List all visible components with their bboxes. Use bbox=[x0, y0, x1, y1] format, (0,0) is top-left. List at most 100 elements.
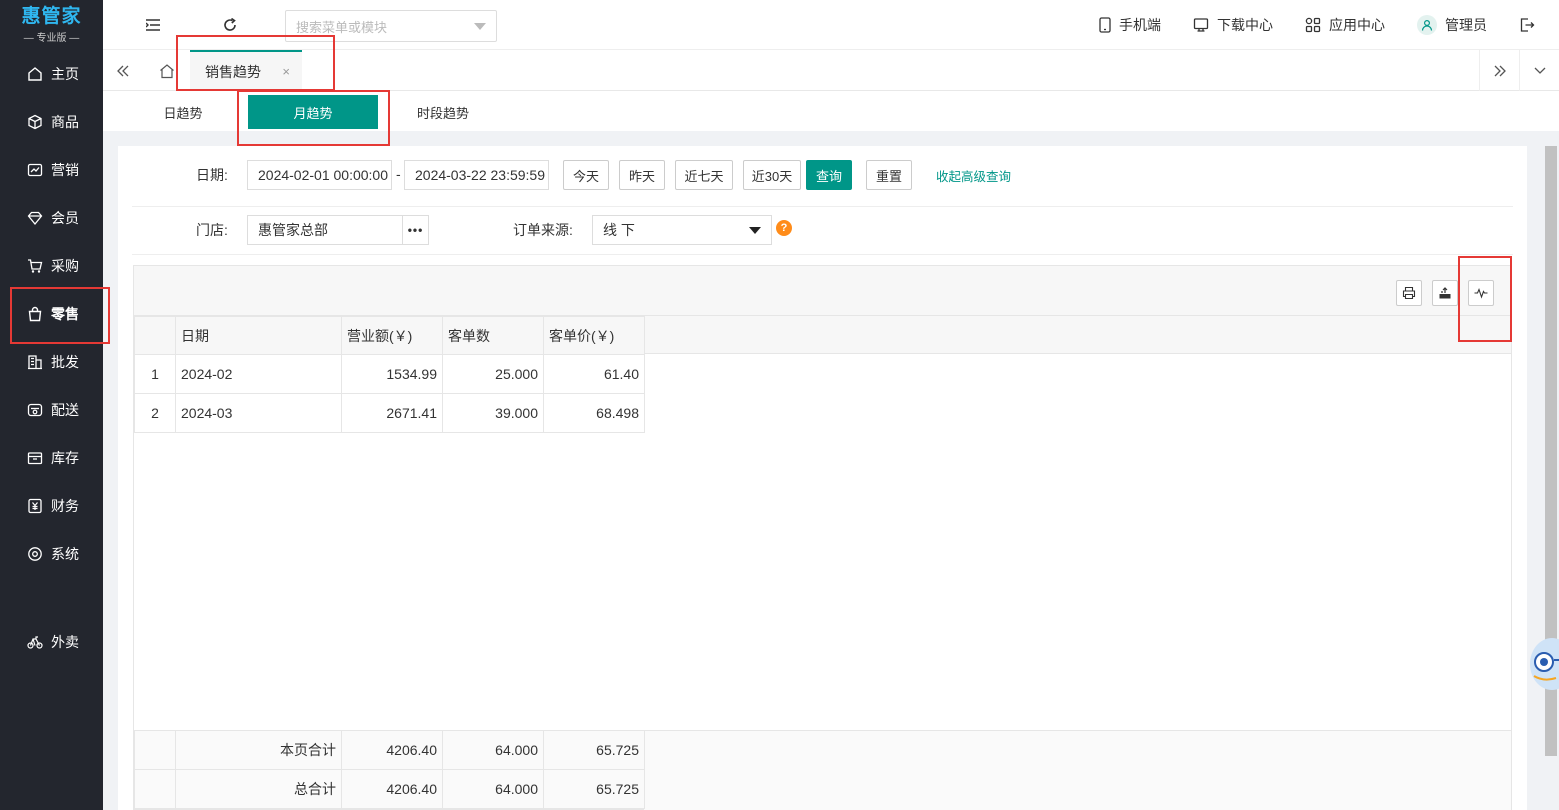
cell-orders: 25.000 bbox=[442, 354, 544, 394]
sidebar-item-purchase[interactable]: 采购 bbox=[0, 242, 103, 290]
query-button[interactable]: 查询 bbox=[806, 160, 852, 190]
sidebar-item-inventory[interactable]: 库存 bbox=[0, 434, 103, 482]
sidebar-item-label: 配送 bbox=[51, 402, 79, 418]
apps-label: 应用中心 bbox=[1329, 17, 1385, 33]
logout-icon bbox=[1519, 17, 1535, 33]
more-icon[interactable]: ••• bbox=[402, 216, 428, 244]
logout-button[interactable] bbox=[1519, 17, 1543, 33]
bike-icon bbox=[26, 633, 44, 651]
sidebar-item-goods[interactable]: 商品 bbox=[0, 98, 103, 146]
mobile-link[interactable]: 手机端 bbox=[1099, 15, 1161, 35]
table-row[interactable]: 2 2024-03 2671.41 39.000 68.498 bbox=[134, 393, 645, 433]
phone-icon bbox=[1099, 17, 1111, 33]
main-content: 日期: 2024-02-01 00:00:00 - 2024-03-22 23:… bbox=[118, 146, 1527, 810]
download-label: 下载中心 bbox=[1217, 17, 1273, 33]
app-center-link[interactable]: 应用中心 bbox=[1305, 15, 1385, 35]
sidebar-item-member[interactable]: 会员 bbox=[0, 194, 103, 242]
tab-monthly-trend[interactable]: 月趋势 bbox=[248, 95, 378, 129]
tabs-menu-chevron-down-icon[interactable] bbox=[1519, 50, 1559, 91]
home-icon bbox=[26, 65, 44, 83]
sales-trend-grid: 日期 营业额(￥) 客单数 客单价(￥) 1 2024-02 1534.99 2… bbox=[133, 265, 1512, 810]
sidebar-item-label: 库存 bbox=[51, 450, 79, 466]
sidebar-item-retail[interactable]: 零售 bbox=[0, 290, 103, 338]
box-icon bbox=[26, 113, 44, 131]
close-icon[interactable]: × bbox=[282, 64, 290, 79]
sidebar-item-delivery[interactable]: 配送 bbox=[0, 386, 103, 434]
cell-revenue: 2671.41 bbox=[341, 393, 443, 433]
top-bar: 搜索菜单或模块 手机端 下载中心 应用中心 管理员 bbox=[103, 0, 1559, 50]
grid-footer-filler bbox=[644, 730, 1511, 810]
page-total-avg-price: 65.725 bbox=[543, 730, 645, 770]
sidebar-item-label: 主页 bbox=[51, 66, 79, 82]
sidebar-item-home[interactable]: 主页 bbox=[0, 50, 103, 98]
yesterday-button[interactable]: 昨天 bbox=[619, 160, 665, 190]
row-index: 1 bbox=[134, 354, 176, 394]
index-column-header bbox=[134, 316, 176, 355]
print-button[interactable] bbox=[1396, 280, 1422, 306]
grand-total-avg-price: 65.725 bbox=[543, 769, 645, 809]
tabs-scroll-left-icon[interactable] bbox=[103, 50, 143, 91]
sidebar: 惠管家 — 专业版 — 主页 商品 营销 会员 采购 零售 批发 配送 库存 财… bbox=[0, 0, 103, 810]
archive-icon bbox=[26, 449, 44, 467]
top-right-menu: 手机端 下载中心 应用中心 管理员 bbox=[1099, 0, 1559, 50]
sidebar-item-label: 财务 bbox=[51, 498, 79, 514]
today-button[interactable]: 今天 bbox=[563, 160, 609, 190]
grid-header-filler bbox=[644, 316, 1511, 354]
sidebar-item-label: 采购 bbox=[51, 258, 79, 274]
cell-orders: 39.000 bbox=[442, 393, 544, 433]
store-selector[interactable]: 惠管家总部 ••• bbox=[247, 215, 429, 245]
user-menu[interactable]: 管理员 bbox=[1417, 15, 1487, 35]
download-center-link[interactable]: 下载中心 bbox=[1193, 15, 1273, 35]
sidebar-item-label: 营销 bbox=[51, 162, 79, 178]
reset-button[interactable]: 重置 bbox=[866, 160, 912, 190]
tabs-scroll-right-icon[interactable] bbox=[1479, 50, 1519, 91]
last-30-days-button[interactable]: 近30天 bbox=[743, 160, 801, 190]
sidebar-item-marketing[interactable]: 营销 bbox=[0, 146, 103, 194]
order-source-value: 线 下 bbox=[603, 222, 635, 238]
date-to-input[interactable]: 2024-03-22 23:59:59 bbox=[404, 160, 549, 190]
page-tab-bar: 销售趋势 × bbox=[103, 50, 1559, 91]
cart-icon bbox=[26, 257, 44, 275]
help-icon[interactable]: ? bbox=[776, 220, 792, 236]
sidebar-item-label: 商品 bbox=[51, 114, 79, 130]
cell-avg-price: 68.498 bbox=[543, 393, 645, 433]
tab-sales-trend[interactable]: 销售趋势 × bbox=[190, 50, 302, 91]
assistant-robot-icon[interactable] bbox=[1526, 624, 1559, 694]
order-source-select[interactable]: 线 下 bbox=[592, 215, 772, 245]
filter-divider bbox=[132, 206, 1513, 207]
sidebar-item-system[interactable]: 系统 bbox=[0, 530, 103, 578]
tab-period-trend[interactable]: 时段趋势 bbox=[408, 95, 478, 129]
home-tab-icon[interactable] bbox=[147, 50, 187, 91]
settings-icon bbox=[26, 545, 44, 563]
user-name: 管理员 bbox=[1445, 17, 1487, 33]
last-7-days-button[interactable]: 近七天 bbox=[675, 160, 733, 190]
sidebar-item-wholesale[interactable]: 批发 bbox=[0, 338, 103, 386]
menu-toggle-icon[interactable] bbox=[143, 15, 163, 35]
grand-total-label: 总合计 bbox=[175, 769, 342, 809]
page-total-revenue: 4206.40 bbox=[341, 730, 443, 770]
chart-view-button[interactable] bbox=[1468, 280, 1494, 306]
refresh-icon[interactable] bbox=[220, 15, 240, 35]
logo-edition: — 专业版 — bbox=[23, 32, 80, 44]
tab-daily-trend[interactable]: 日趋势 bbox=[148, 95, 218, 129]
date-range-separator: - bbox=[396, 166, 401, 182]
table-row[interactable]: 1 2024-02 1534.99 25.000 61.40 bbox=[134, 354, 645, 394]
menu-search-select[interactable]: 搜索菜单或模块 bbox=[285, 10, 497, 42]
chart-icon bbox=[26, 161, 44, 179]
row-index: 2 bbox=[134, 393, 176, 433]
export-button[interactable] bbox=[1432, 280, 1458, 306]
tab-label: 销售趋势 bbox=[205, 63, 261, 80]
sidebar-item-takeout[interactable]: 外卖 bbox=[0, 618, 103, 666]
store-label: 门店: bbox=[196, 222, 228, 238]
data-table: 日期 营业额(￥) 客单数 客单价(￥) 1 2024-02 1534.99 2… bbox=[134, 316, 645, 433]
store-value: 惠管家总部 bbox=[258, 222, 328, 238]
sidebar-item-finance[interactable]: 财务 bbox=[0, 482, 103, 530]
truck-icon bbox=[26, 401, 44, 419]
date-from-input[interactable]: 2024-02-01 00:00:00 bbox=[247, 160, 392, 190]
column-header-revenue: 营业额(￥) bbox=[341, 316, 443, 355]
bag-icon bbox=[26, 305, 44, 323]
chevron-down-icon bbox=[474, 23, 486, 30]
collapse-advanced-query-link[interactable]: 收起高级查询 bbox=[936, 166, 1011, 185]
logo: 惠管家 — 专业版 — bbox=[0, 0, 103, 50]
grand-total-revenue: 4206.40 bbox=[341, 769, 443, 809]
